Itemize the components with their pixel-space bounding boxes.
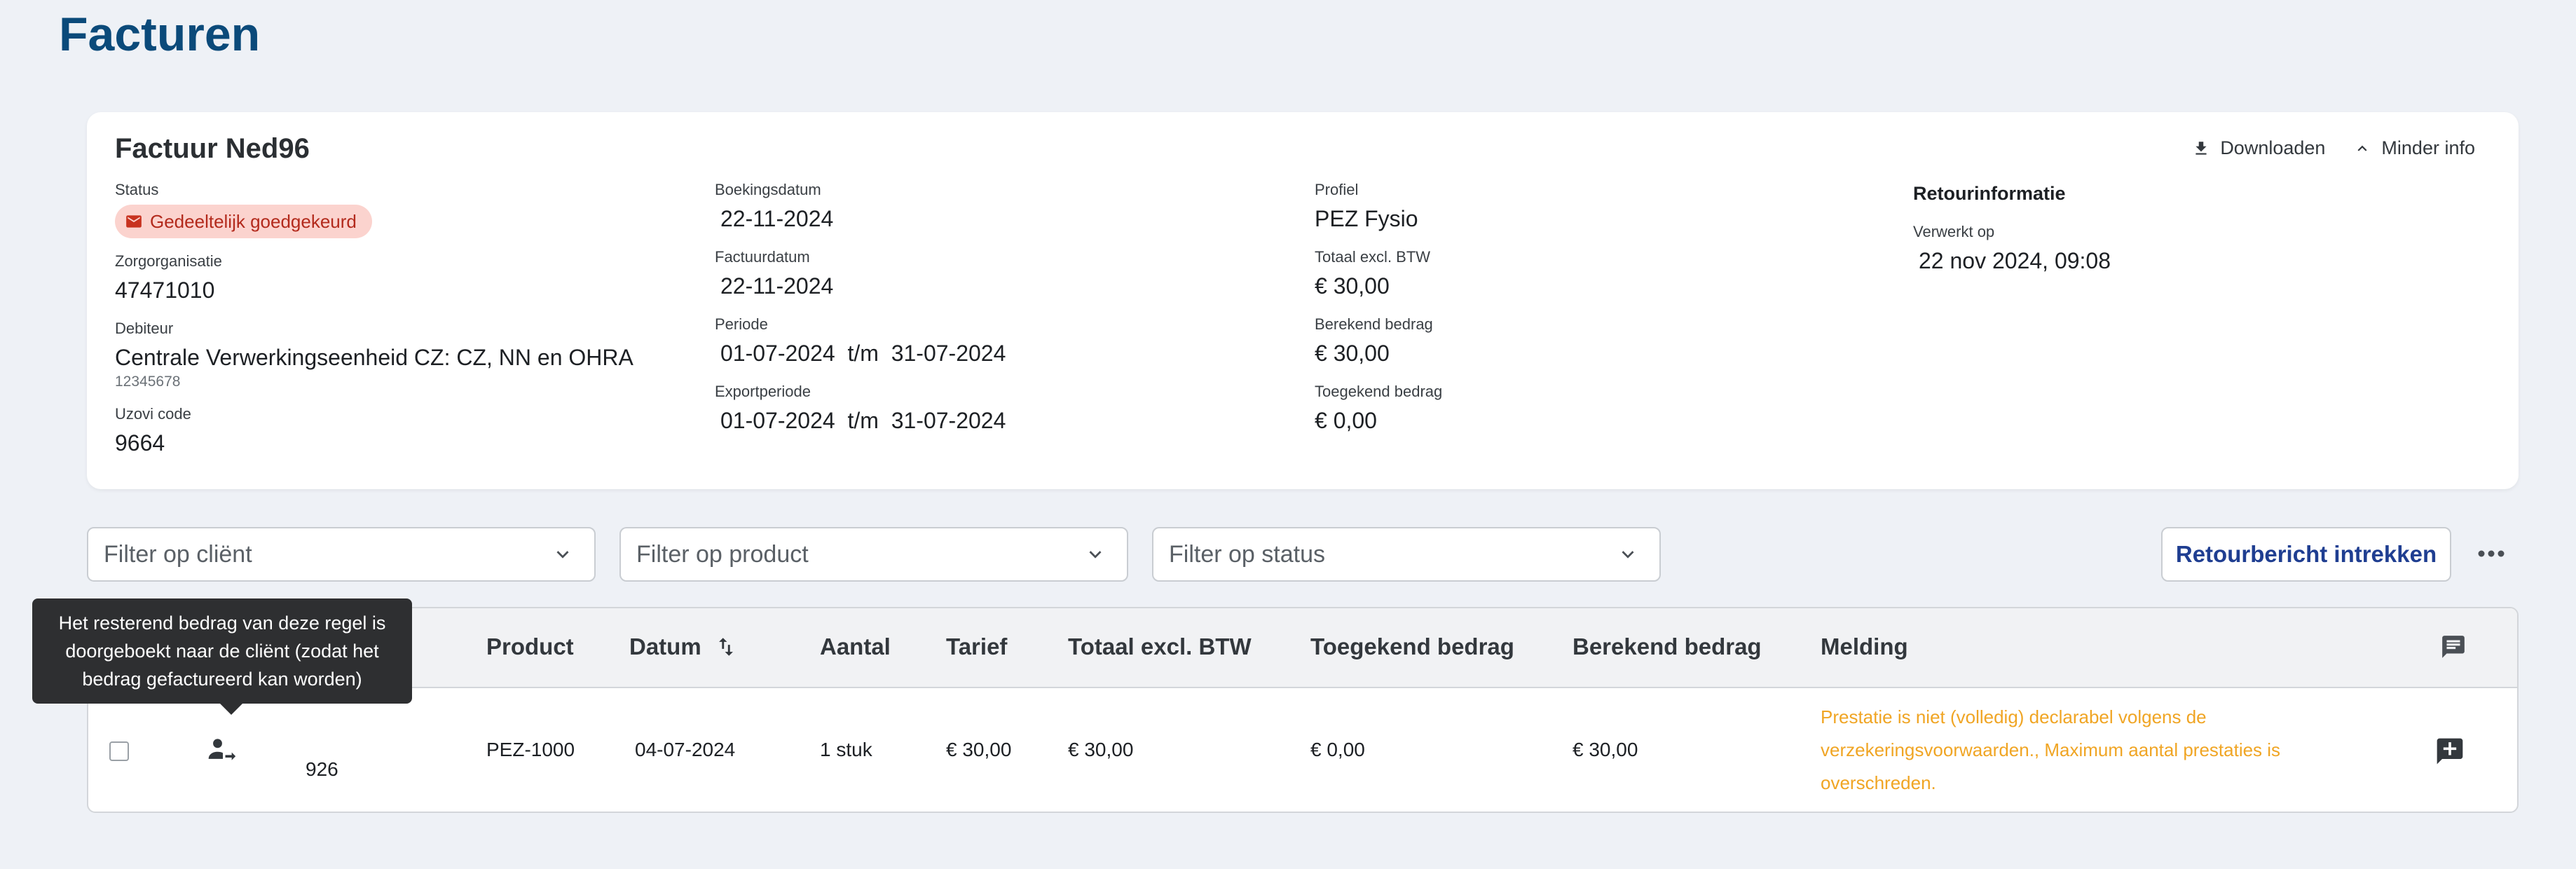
less-info-button[interactable]: Minder info (2353, 137, 2475, 159)
totaal-label: Totaal excl. BTW (1315, 248, 1431, 266)
verwerkt-label: Verwerkt op (1913, 223, 1995, 240)
debiteur-label: Debiteur (115, 320, 174, 337)
exportperiode-value: 01-07-2024 t/m 31-07-2024 (720, 408, 1006, 433)
status-field: Status Gedeeltelijk goedgekeurd (115, 179, 633, 238)
totaal-field: Totaal excl. BTW € 30,00 (1315, 247, 1442, 301)
info-column-2: Boekingsdatum 22-11-2024 Factuurdatum 22… (715, 179, 1006, 449)
download-button[interactable]: Downloaden (2192, 137, 2325, 159)
product-filter-placeholder: Filter op product (636, 540, 809, 568)
periode-label: Periode (715, 315, 768, 333)
product-filter[interactable]: Filter op product (619, 527, 1128, 582)
header-datum-label: Datum (629, 634, 701, 659)
status-label: Status (115, 181, 159, 198)
status-filter-placeholder: Filter op status (1169, 540, 1325, 568)
header-tarief: Tarief (946, 634, 1008, 659)
uzovi-field: Uzovi code 9664 (115, 404, 633, 458)
row-tarief: € 30,00 (946, 739, 1012, 760)
debiteur-value: Centrale Verwerkingseenheid CZ: CZ, NN e… (115, 345, 633, 370)
retour-heading: Retourinformatie (1913, 183, 2066, 204)
row-datum: 04-07-2024 (635, 739, 736, 760)
table-header: Product Datum Aantal Tarief Totaal excl.… (88, 608, 2517, 688)
toegekend-field: Toegekend bedrag € 0,00 (1315, 381, 1442, 436)
mail-alert-icon (126, 215, 142, 228)
header-datum[interactable]: Datum (629, 634, 738, 660)
verwerkt-field: Verwerkt op 22 nov 2024, 09:08 (1913, 221, 2111, 276)
status-badge-text: Gedeeltelijk goedgekeurd (150, 210, 357, 232)
uzovi-value: 9664 (115, 430, 165, 456)
chevron-down-icon (1622, 551, 1634, 559)
factuurdatum-value: 22-11-2024 (720, 273, 834, 299)
header-melding: Melding (1821, 634, 1908, 659)
totaal-value: € 30,00 (1315, 273, 1390, 299)
row-checkbox[interactable] (109, 741, 129, 761)
berekend-field: Berekend bedrag € 30,00 (1315, 314, 1442, 369)
berekend-value: € 30,00 (1315, 341, 1390, 366)
header-product: Product (486, 634, 574, 659)
header-toegekend: Toegekend bedrag (1310, 634, 1514, 659)
row-berekend: € 30,00 (1573, 739, 1638, 760)
factuurdatum-field: Factuurdatum 22-11-2024 (715, 247, 1006, 301)
row-totaal: € 30,00 (1068, 739, 1134, 760)
uzovi-label: Uzovi code (115, 405, 191, 423)
invoice-actions: Downloaden Minder info (2192, 137, 2475, 159)
debiteur-number: 12345678 (115, 374, 181, 390)
profiel-field: Profiel PEZ Fysio (1315, 179, 1442, 234)
exportperiode-label: Exportperiode (715, 383, 811, 400)
status-badge: Gedeeltelijk goedgekeurd (115, 205, 372, 238)
page-title: Facturen (59, 8, 261, 61)
info-column-1: Status Gedeeltelijk goedgekeurd Zorgorga… (115, 179, 633, 471)
toegekend-value: € 0,00 (1315, 408, 1377, 433)
row-product: PEZ-1000 (486, 739, 575, 760)
invoice-lines-table: Product Datum Aantal Tarief Totaal excl.… (87, 607, 2519, 813)
less-info-label: Minder info (2381, 137, 2475, 158)
toegekend-label: Toegekend bedrag (1315, 383, 1443, 400)
table-row: 926 PEZ-1000 04-07-2024 1 stuk € 30,00 €… (88, 688, 2517, 812)
header-berekend: Berekend bedrag (1573, 634, 1762, 659)
info-column-4: Retourinformatie Verwerkt op 22 nov 2024… (1913, 179, 2111, 289)
download-label: Downloaden (2220, 137, 2326, 158)
verwerkt-value: 22 nov 2024, 09:08 (1919, 248, 2111, 273)
download-icon (2195, 141, 2207, 155)
invoice-title: Factuur Ned96 (115, 133, 310, 164)
add-comment-icon[interactable] (2434, 736, 2465, 767)
chevron-up-icon (2357, 145, 2367, 151)
profiel-label: Profiel (1315, 181, 1359, 198)
more-options-button[interactable] (2474, 540, 2509, 568)
invoice-card: Factuur Ned96 Downloaden Minder info Sta… (87, 112, 2519, 489)
periode-value: 01-07-2024 t/m 31-07-2024 (720, 341, 1006, 366)
berekend-label: Berekend bedrag (1315, 315, 1433, 333)
row-toegekend: € 0,00 (1310, 739, 1365, 760)
boekingsdatum-value: 22-11-2024 (720, 206, 834, 231)
person-forward-icon[interactable] (206, 734, 237, 765)
chevron-down-icon (556, 551, 569, 559)
boekingsdatum-field: Boekingsdatum 22-11-2024 (715, 179, 1006, 234)
retour-withdraw-button[interactable]: Retourbericht intrekken (2161, 527, 2451, 582)
row-id: 926 (306, 758, 338, 780)
header-aantal: Aantal (820, 634, 891, 659)
zorgorganisatie-field: Zorgorganisatie 47471010 (115, 251, 633, 306)
row-aantal: 1 stuk (820, 739, 872, 760)
status-filter[interactable]: Filter op status (1152, 527, 1661, 582)
tooltip: Het resterend bedrag van deze regel is d… (32, 598, 412, 715)
sort-icon (718, 638, 733, 656)
more-horizontal-icon (2478, 550, 2505, 557)
header-totaal: Totaal excl. BTW (1068, 634, 1252, 659)
zorgorganisatie-label: Zorgorganisatie (115, 252, 222, 270)
info-column-3: Profiel PEZ Fysio Totaal excl. BTW € 30,… (1315, 179, 1442, 449)
chevron-down-icon (1089, 551, 1102, 559)
client-filter[interactable]: Filter op cliënt (87, 527, 596, 582)
comment-icon (2442, 636, 2465, 658)
debiteur-field: Debiteur Centrale Verwerkingseenheid CZ:… (115, 318, 633, 391)
exportperiode-field: Exportperiode 01-07-2024 t/m 31-07-2024 (715, 381, 1006, 436)
row-melding: Prestatie is niet (volledig) declarabel … (1821, 706, 2281, 793)
periode-field: Periode 01-07-2024 t/m 31-07-2024 (715, 314, 1006, 369)
factuurdatum-label: Factuurdatum (715, 248, 810, 266)
boekingsdatum-label: Boekingsdatum (715, 181, 821, 198)
client-filter-placeholder: Filter op cliënt (104, 540, 252, 568)
zorgorganisatie-value: 47471010 (115, 278, 215, 303)
profiel-value: PEZ Fysio (1315, 206, 1418, 231)
